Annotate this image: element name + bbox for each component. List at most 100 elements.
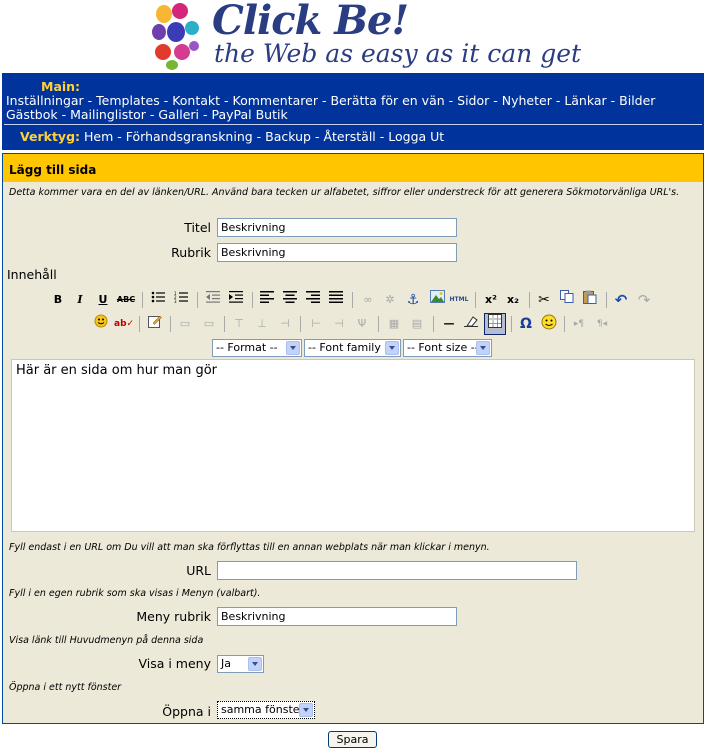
bullet-list-icon[interactable] <box>148 290 168 310</box>
nav-link-kontakt[interactable]: Kontakt <box>172 93 220 108</box>
nav-link-hem[interactable]: Hem <box>84 129 113 144</box>
toolbar-separator <box>511 316 512 332</box>
toolbar-separator <box>170 316 171 332</box>
nav-link-gastbok[interactable]: Gästbok <box>6 107 58 122</box>
row-after-icon[interactable]: ⊥ <box>252 314 272 334</box>
nav-tools-label: Verktyg: <box>20 129 81 144</box>
html-source-button[interactable]: HTML <box>449 290 469 310</box>
format-select[interactable]: -- Format -- <box>212 339 302 357</box>
outdent-icon[interactable] <box>203 290 223 310</box>
table-cell-props-icon[interactable]: ▭ <box>199 314 219 334</box>
nav-link-sidor[interactable]: Sidor <box>457 93 489 108</box>
indent-icon[interactable] <box>226 290 246 310</box>
open-in-select[interactable]: samma fönster <box>217 701 315 719</box>
nav-link-mailinglistor[interactable]: Mailinglistor <box>70 107 146 122</box>
nav-link-installningar[interactable]: Inställningar <box>6 93 84 108</box>
url-label: URL <box>186 563 211 578</box>
smiley-icon[interactable] <box>539 314 559 334</box>
nav-link-aterstall[interactable]: Återställ <box>323 129 375 144</box>
titel-label: Titel <box>184 220 211 235</box>
chevron-down-icon <box>299 703 313 717</box>
chevron-down-icon <box>385 341 399 355</box>
subscript-button[interactable]: x₂ <box>503 290 523 310</box>
menu-rubrik-label: Meny rubrik <box>136 609 211 624</box>
font-family-select[interactable]: -- Font family -- <box>304 339 401 357</box>
nav-link-lankar[interactable]: Länkar <box>564 93 606 108</box>
horizontal-rule-icon[interactable]: — <box>439 314 459 334</box>
row-before-icon[interactable]: ⊤ <box>229 314 249 334</box>
special-char-button[interactable]: Ω <box>516 314 536 334</box>
visual-aid-icon[interactable] <box>484 313 506 335</box>
col-after-icon[interactable]: ⊣ <box>329 314 349 334</box>
split-cells-icon[interactable]: ▦ <box>384 314 404 334</box>
nav-link-kommentarer[interactable]: Kommentarer <box>233 93 318 108</box>
align-center-icon[interactable] <box>280 290 300 310</box>
nav-link-paypal[interactable]: PayPal Butik <box>211 107 287 122</box>
cut-icon[interactable]: ✂ <box>534 290 554 310</box>
form-title: Lägg till sida <box>3 154 703 182</box>
nav-link-nyheter[interactable]: Nyheter <box>502 93 552 108</box>
table-row-props-icon[interactable]: ▭ <box>175 314 195 334</box>
url-input[interactable] <box>217 561 577 580</box>
italic-button[interactable]: I <box>70 290 90 310</box>
menu-rubrik-input[interactable]: Beskrivning <box>217 607 457 626</box>
font-size-select[interactable]: -- Font size -- <box>403 339 492 357</box>
emotions-icon[interactable] <box>91 314 111 334</box>
paste-icon[interactable] <box>580 290 600 310</box>
rtl-button[interactable]: ¶◂ <box>592 314 612 334</box>
nav-link-logga-ut[interactable]: Logga Ut <box>388 129 444 144</box>
nav-link-templates[interactable]: Templates <box>96 93 160 108</box>
font-size-select-value: -- Font size -- <box>407 341 479 354</box>
delete-row-icon[interactable]: ⊣ <box>275 314 295 334</box>
link-icon[interactable]: ∞ <box>358 290 378 310</box>
editor-toolbar-row-2: ab✓ ▭ ▭ ⊤ ⊥ ⊣ ⊢ ⊣ Ψ ▦ ▤ — Ω ▸¶ ¶◂ <box>3 313 703 335</box>
show-in-menu-value: Ja <box>221 657 231 670</box>
unlink-icon[interactable]: ✲ <box>380 290 400 310</box>
undo-icon[interactable]: ↶ <box>611 290 631 310</box>
rubrik-input[interactable]: Beskrivning <box>217 243 457 262</box>
toolbar-separator <box>252 292 253 308</box>
col-before-icon[interactable]: ⊢ <box>306 314 326 334</box>
brand-tagline: the Web as easy as it can get <box>214 39 582 68</box>
content-editor[interactable]: Här är en sida om hur man gör <box>11 359 695 532</box>
redo-icon[interactable]: ↷ <box>634 290 654 310</box>
remove-format-icon[interactable] <box>461 314 481 334</box>
ltr-button[interactable]: ▸¶ <box>569 314 589 334</box>
nav-link-forhandsgranskning[interactable]: Förhandsgranskning <box>126 129 253 144</box>
nav-main-links: Inställningar - Templates - Kontakt - Ko… <box>6 93 656 122</box>
align-right-icon[interactable] <box>303 290 323 310</box>
superscript-button[interactable]: x² <box>481 290 501 310</box>
main-navigation: Main: Inställningar - Templates - Kontak… <box>2 73 704 150</box>
anchor-icon[interactable]: ⚓ <box>403 290 423 310</box>
toolbar-separator <box>352 292 353 308</box>
bold-button[interactable]: B <box>48 290 68 310</box>
numbered-list-icon[interactable]: 123 <box>171 290 191 310</box>
copy-icon[interactable] <box>557 290 577 310</box>
format-select-value: -- Format -- <box>216 341 278 354</box>
nav-link-bilder[interactable]: Bilder <box>619 93 655 108</box>
underline-button[interactable]: U <box>93 290 113 310</box>
toolbar-separator <box>529 292 530 308</box>
nav-main-label: Main: <box>41 79 81 94</box>
delete-col-icon[interactable]: Ψ <box>352 314 372 334</box>
chevron-down-icon <box>476 341 490 355</box>
strikethrough-button[interactable]: ABC <box>116 290 136 310</box>
align-left-icon[interactable] <box>257 290 277 310</box>
spellcheck-icon[interactable]: ab✓ <box>114 314 134 334</box>
merge-cells-icon[interactable]: ▤ <box>407 314 427 334</box>
open-in-label: Öppna i <box>162 704 211 719</box>
hint-url: Fyll endast i en URL om Du vill att man … <box>9 542 490 553</box>
header: Click Be! the Web as easy as it can get <box>0 0 704 72</box>
show-in-menu-select[interactable]: Ja <box>217 655 264 673</box>
align-justify-icon[interactable] <box>326 290 346 310</box>
save-button[interactable]: Spara <box>328 731 377 748</box>
nav-link-backup[interactable]: Backup <box>265 129 311 144</box>
add-page-form: Lägg till sida Detta kommer vara en del … <box>2 153 704 724</box>
image-icon[interactable] <box>427 290 447 310</box>
titel-input[interactable]: Beskrivning <box>217 218 457 237</box>
toolbar-separator <box>475 292 476 308</box>
nav-divider <box>4 124 702 125</box>
nav-link-beratta[interactable]: Berätta för en vän <box>330 93 444 108</box>
nav-link-galleri[interactable]: Galleri <box>158 107 199 122</box>
edit-form-icon[interactable] <box>145 314 165 334</box>
